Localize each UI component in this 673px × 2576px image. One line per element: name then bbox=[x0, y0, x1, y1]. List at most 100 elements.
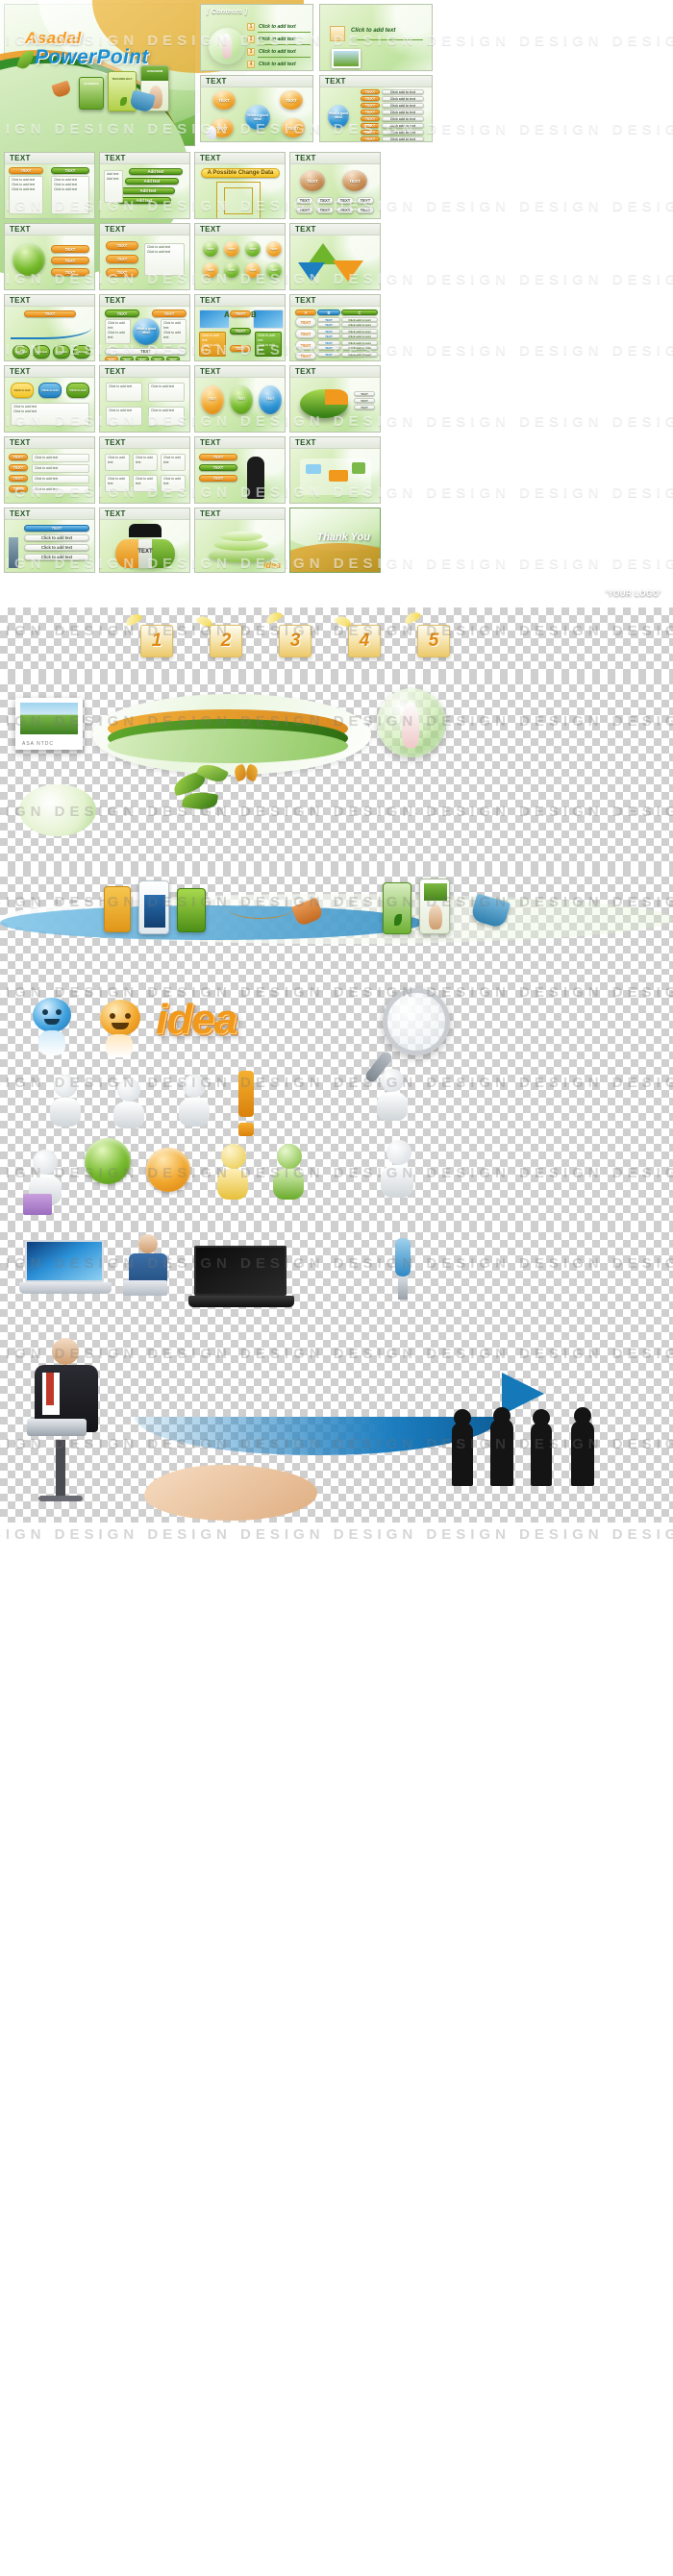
slide-thumbnail-05[interactable]: TEXT What a good idea! TEXT Click add to… bbox=[319, 75, 433, 142]
body-note[interactable]: Click to add text Click to add text bbox=[11, 403, 89, 427]
row-tag[interactable]: TEXT bbox=[361, 103, 380, 109]
box-3[interactable]: TEXT bbox=[106, 268, 138, 278]
slide-thumbnail-11[interactable]: TEXT TEXT TEXT TEXT Click to add text Cl… bbox=[99, 223, 190, 290]
panel-1[interactable]: Click to text bbox=[11, 383, 34, 399]
slide-thumbnail-15[interactable]: TEXT TEXT TEXT What a good idea! Click t… bbox=[99, 294, 190, 361]
grid-5[interactable]: Click to add text bbox=[133, 475, 158, 493]
grid-1[interactable]: Click to add text bbox=[105, 454, 130, 472]
bar-4[interactable]: Click to add text bbox=[24, 553, 89, 560]
foot-chip-4[interactable]: TEXT bbox=[151, 357, 164, 360]
rt-4[interactable]: Click to add text bbox=[32, 485, 89, 495]
row-text[interactable]: Click add to text bbox=[382, 123, 424, 129]
row-text[interactable]: Click add to text bbox=[382, 130, 424, 136]
grid-2[interactable]: Click to add text bbox=[133, 454, 158, 472]
bulb-2[interactable]: TEXT bbox=[230, 385, 253, 415]
row-tag[interactable]: TEXT bbox=[361, 110, 380, 115]
slide-thumbnail-17[interactable]: TEXT A B C TEXT TEXT Click add to text T… bbox=[289, 294, 381, 361]
contents-text-4[interactable]: Click to add text bbox=[259, 62, 296, 67]
tag-3[interactable]: TEXT bbox=[199, 475, 237, 483]
slide-thumbnail-03[interactable]: Click to add text bbox=[319, 4, 433, 71]
step-2[interactable]: Add text bbox=[125, 178, 179, 186]
slide-thumbnail-06[interactable]: TEXT TEXT TEXT Click to add text Click t… bbox=[4, 152, 95, 219]
side-note[interactable]: Add text Add text bbox=[104, 170, 123, 204]
table-cell-b[interactable]: TEXT bbox=[317, 334, 340, 339]
hex-3[interactable]: TEXT bbox=[245, 241, 261, 258]
legend-2[interactable]: TEXT bbox=[354, 398, 375, 404]
slide-thumbnail-10[interactable]: TEXT TEXT TEXT TEXT bbox=[4, 223, 95, 290]
slide-thumbnail-09[interactable]: TEXT TEXT TEXT TEXT TEXT TEXT TEXT TEXT … bbox=[289, 152, 381, 219]
row-text[interactable]: Click add to text bbox=[382, 110, 424, 115]
slide03-text[interactable]: Click to add text bbox=[351, 28, 395, 34]
foot-chip-1[interactable]: TEXT bbox=[105, 357, 118, 360]
row-tag[interactable]: TEXT bbox=[361, 136, 380, 141]
chip-2[interactable]: TEXT bbox=[316, 197, 334, 205]
lt-3[interactable]: TEXT bbox=[9, 475, 28, 483]
row-tag[interactable]: TEXT bbox=[361, 130, 380, 136]
table-cell-a[interactable]: TEXT bbox=[295, 317, 316, 328]
bulb-1[interactable]: TEXT bbox=[201, 385, 224, 415]
row-tag[interactable]: TEXT bbox=[361, 96, 380, 102]
tab-right[interactable]: TEXT bbox=[51, 167, 89, 175]
row-text[interactable]: Click add to text bbox=[382, 89, 424, 95]
row-tag[interactable]: TEXT bbox=[361, 116, 380, 122]
note-3[interactable]: Click to add text bbox=[106, 407, 142, 427]
hex-5[interactable]: TEXT bbox=[203, 262, 218, 279]
slide-thumbnail-16[interactable]: TEXT A B TEXT TEXT TEXT Click to add tex… bbox=[194, 294, 286, 361]
chip-1[interactable]: TEXT bbox=[296, 197, 313, 205]
lt-4[interactable]: TEXT bbox=[9, 485, 28, 493]
note-2[interactable]: Click to add text bbox=[148, 383, 185, 403]
lt-2[interactable]: TEXT bbox=[9, 464, 28, 472]
contents-text-3[interactable]: Click to add text bbox=[259, 49, 296, 55]
row-tag[interactable]: TEXT bbox=[361, 89, 380, 95]
slide-thumbnail-22[interactable]: TEXT TEXT TEXT TEXT TEXT Click to add te… bbox=[4, 436, 95, 504]
hex-8[interactable]: TEXT bbox=[266, 262, 282, 279]
table-cell-a[interactable]: TEXT bbox=[295, 340, 316, 351]
foot-chip-3[interactable]: TEXT bbox=[136, 357, 149, 360]
chip-4[interactable]: TEXT bbox=[357, 197, 374, 205]
slide-thumbnail-18[interactable]: TEXT Click to text Click to text Click t… bbox=[4, 365, 95, 433]
table-cell-c[interactable]: Click add to text bbox=[341, 345, 378, 351]
hex-1[interactable]: TEXT bbox=[203, 241, 218, 258]
col-3[interactable]: Add text bbox=[53, 345, 70, 359]
slide-thumbnail-14[interactable]: TEXT TEXT Add text Add text Add text Add… bbox=[4, 294, 95, 361]
orb-text-1[interactable]: TEXT bbox=[212, 90, 236, 111]
grid-4[interactable]: Click to add text bbox=[105, 475, 130, 493]
bar-2[interactable]: Click to add text bbox=[24, 533, 89, 541]
tab-left[interactable]: TEXT bbox=[9, 167, 43, 175]
orb-text-4[interactable]: TEXT bbox=[282, 118, 305, 138]
chip-5[interactable]: TEXT bbox=[296, 207, 313, 214]
bar-3[interactable]: Click to add text bbox=[24, 543, 89, 551]
right-list[interactable]: Click to add text Click to add text bbox=[161, 319, 187, 345]
orb-text-2[interactable]: TEXT bbox=[280, 90, 303, 111]
table-cell-a[interactable]: TEXT bbox=[295, 352, 316, 360]
slide-thumbnail-title[interactable]: Asadal PowerPoint BUSINESS TECHNOLOGY HU… bbox=[0, 0, 661, 598]
hex-7[interactable]: TEXT bbox=[245, 262, 261, 279]
bar-1[interactable]: TEXT bbox=[24, 524, 89, 532]
step-4[interactable]: Add text bbox=[117, 197, 171, 205]
slide-thumbnail-21[interactable]: TEXT TEXT TEXT TEXT bbox=[289, 365, 381, 433]
head-left[interactable]: TEXT bbox=[105, 310, 139, 318]
col-2[interactable]: Add text bbox=[33, 345, 50, 359]
tag-2[interactable]: TEXT bbox=[199, 464, 237, 472]
flow-3[interactable]: TEXT bbox=[230, 345, 251, 353]
head-right[interactable]: TEXT bbox=[152, 310, 187, 318]
table-cell-b[interactable]: TEXT bbox=[317, 322, 340, 328]
step-1[interactable]: Add text bbox=[129, 168, 183, 176]
tag-3[interactable]: TEXT bbox=[51, 268, 89, 277]
body-right[interactable]: Click to add text Click to add text Clic… bbox=[51, 176, 89, 215]
orb-1[interactable]: TEXT bbox=[300, 170, 325, 192]
rt-2[interactable]: Click to add text bbox=[32, 464, 89, 474]
chip-6[interactable]: TEXT bbox=[316, 207, 334, 214]
table-cell-c[interactable]: Click add to text bbox=[341, 352, 378, 358]
table-cell-c[interactable]: Click add to text bbox=[341, 322, 378, 328]
contents-text-2[interactable]: Click to add text bbox=[259, 37, 296, 42]
col-4[interactable]: Add text bbox=[73, 345, 90, 359]
slide-thumbnail-20[interactable]: TEXT TEXT TEXT TEXT bbox=[194, 365, 286, 433]
tag-1[interactable]: TEXT bbox=[199, 454, 237, 461]
rt-1[interactable]: Click to add text bbox=[32, 454, 89, 463]
chip-8[interactable]: TEXT bbox=[357, 207, 374, 214]
body-left[interactable]: Click to add text Click to add text Clic… bbox=[9, 176, 43, 215]
slide-thumbnail-25[interactable]: TEXT bbox=[289, 436, 381, 504]
foot-chip-2[interactable]: TEXT bbox=[120, 357, 134, 360]
list-b[interactable]: Click to add text Click to add text bbox=[255, 332, 282, 358]
